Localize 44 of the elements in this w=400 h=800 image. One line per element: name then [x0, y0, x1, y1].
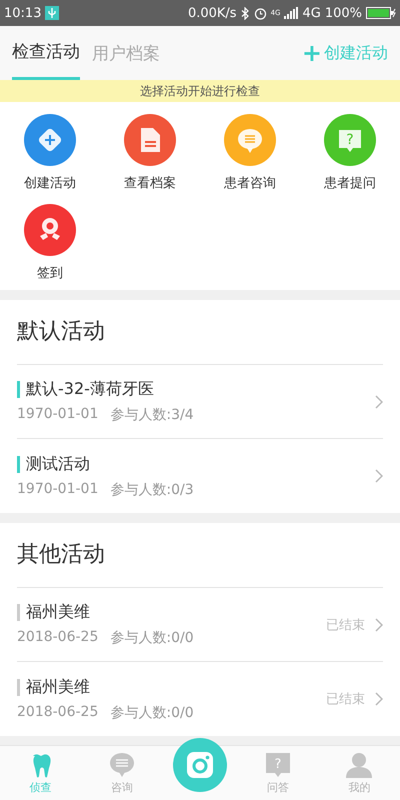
- chevron-right-icon: [375, 394, 383, 408]
- quick-action[interactable]: 查看档案: [100, 114, 200, 192]
- participant-count: 参与人数:0/0: [110, 629, 194, 647]
- person-icon: [346, 752, 372, 778]
- activity-row[interactable]: 测试活动 1970-01-01 参与人数:0/3: [17, 439, 383, 513]
- activity-row[interactable]: 福州美维 2018-06-25 参与人数:0/0 已结束: [17, 588, 383, 662]
- battery-icon: [366, 7, 396, 19]
- activity-date: 1970-01-01: [17, 406, 98, 424]
- activity-name: 福州美维: [26, 602, 90, 623]
- usb-icon: [45, 6, 60, 20]
- participant-count: 参与人数:3/4: [110, 406, 194, 424]
- chevron-right-icon: [375, 618, 383, 632]
- activity-status: 已结束: [326, 691, 365, 708]
- bluetooth-icon: [240, 6, 250, 20]
- hint-banner: 选择活动开始进行检查: [0, 80, 400, 102]
- battery-percent: 100%: [324, 6, 362, 20]
- quick-action[interactable]: 签到: [0, 204, 100, 282]
- activity-status: 已结束: [326, 616, 365, 634]
- activity-date: 2018-06-25: [17, 704, 98, 722]
- activity-row[interactable]: 福州美维 2018-06-25 参与人数:0/0 已结束: [17, 662, 383, 736]
- activity-date: 2018-06-25: [17, 629, 98, 647]
- chat-bubble-icon: [108, 752, 135, 778]
- question-bubble-icon: ?: [265, 752, 292, 778]
- network-speed: 0.00K/s: [188, 6, 237, 20]
- section-title: 默认活动: [17, 300, 383, 365]
- signal-icon: [284, 7, 298, 19]
- quick-action[interactable]: ? 患者提问: [300, 114, 400, 192]
- participant-count: 参与人数:0/0: [110, 704, 194, 722]
- participant-count: 参与人数:0/3: [110, 480, 194, 498]
- camera-icon: [184, 750, 215, 780]
- activity-date: 1970-01-01: [17, 480, 98, 498]
- question-bubble-icon: ?: [324, 114, 376, 166]
- clock: 10:13: [4, 6, 42, 20]
- activity-name: 默认-32-薄荷牙医: [26, 379, 154, 400]
- activity-row[interactable]: 默认-32-薄荷牙医 1970-01-01 参与人数:3/4: [17, 365, 383, 439]
- chevron-right-icon: [375, 692, 383, 706]
- section-title: 其他活动: [17, 523, 383, 588]
- chevron-right-icon: [375, 469, 383, 483]
- activity-name: 福州美维: [26, 676, 90, 698]
- network-type: 4G: [302, 6, 321, 20]
- alarm-icon: [254, 6, 267, 20]
- quick-action[interactable]: 患者咨询: [200, 114, 300, 192]
- quick-action[interactable]: 创建活动: [0, 114, 100, 192]
- activity-name: 测试活动: [26, 454, 90, 474]
